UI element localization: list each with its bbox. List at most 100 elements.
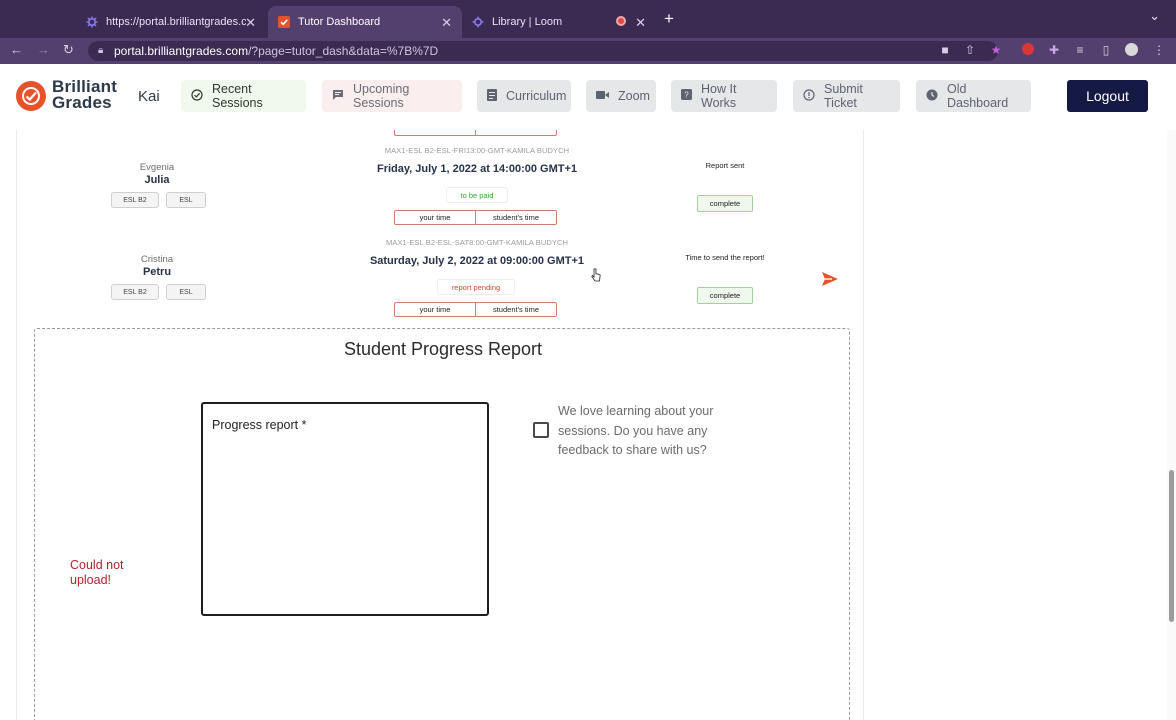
progress-report-textarea[interactable]: Progress report * [201, 402, 489, 616]
browser-tab-title: Tutor Dashboard [298, 16, 381, 28]
your-time-option[interactable]: your time [395, 211, 475, 224]
student-last-name: Julia [144, 174, 170, 186]
page-scrollbar-track[interactable] [1167, 130, 1176, 720]
upcoming-sessions-button[interactable]: Upcoming Sessions [322, 80, 462, 112]
mouse-cursor-icon [591, 268, 601, 282]
history-icon [926, 89, 938, 104]
svg-text:?: ? [684, 91, 689, 100]
curriculum-label: Curriculum [506, 89, 567, 103]
how-it-works-label: How It Works [701, 82, 737, 110]
profile-avatar-icon[interactable] [1124, 43, 1138, 57]
report-title: Student Progress Report [343, 339, 543, 359]
chat-icon [332, 89, 344, 104]
media-icon[interactable]: ≡ [1073, 43, 1087, 57]
logout-button[interactable]: Logout [1067, 80, 1148, 112]
zoom-label: Zoom [618, 89, 650, 103]
session-code: MAX1-ESL B2-ESL-SAT8:00-GMT-KAMILA BUDYC… [385, 238, 569, 247]
reload-icon[interactable]: ↻ [63, 42, 74, 58]
browser-tab-title: https://portal.brilliantgrades.co [106, 16, 246, 28]
time-toggle: your time student's time [394, 302, 557, 317]
bookmark-star-icon[interactable]: ★ [989, 43, 1003, 57]
feedback-checkbox[interactable] [533, 422, 549, 438]
upload-error-message: Could not upload! [70, 558, 124, 587]
page-scrollbar-thumb[interactable] [1169, 470, 1174, 622]
old-dashboard-label: Old Dashboard [947, 82, 1009, 110]
send-icon[interactable] [821, 270, 839, 288]
subject-tag: ESL [166, 284, 206, 300]
session-datetime: Friday, July 1, 2022 at 14:00:00 GMT+1 [376, 163, 578, 175]
browser-tab[interactable]: https://portal.brilliantgrades.co ✕ [76, 6, 266, 38]
student-first-name: Cristina [140, 254, 174, 265]
session-datetime: Saturday, July 2, 2022 at 09:00:00 GMT+1 [369, 255, 585, 267]
how-it-works-button[interactable]: ? How It Works [671, 80, 777, 112]
back-arrow-icon[interactable]: ← [10, 42, 23, 57]
app-header: Brilliant Grades Kai Recent Sessions Upc… [0, 64, 1176, 130]
share-icon[interactable]: ⇧ [963, 43, 977, 57]
browser-tab[interactable]: Library | Loom ✕ [462, 6, 656, 38]
submit-ticket-button[interactable]: Submit Ticket [793, 80, 900, 112]
payment-status-badge: to be paid [446, 187, 508, 203]
browser-toolbar: ← → ↻ 🔒︎ portal.brilliantgrades.com/?pag… [0, 38, 1176, 64]
brilliant-grades-icon [278, 16, 290, 28]
student-progress-report-panel: Student Progress Report Could not upload… [34, 328, 850, 720]
url-path: /?page=tutor_dash&data=%7B%7D [248, 44, 439, 58]
time-toggle-partial[interactable] [394, 130, 557, 136]
recent-sessions-button[interactable]: Recent Sessions [181, 80, 306, 112]
subject-tag: ESL [166, 192, 206, 208]
student-last-name: Petru [142, 266, 172, 278]
browser-tab-active[interactable]: Tutor Dashboard ✕ [268, 6, 462, 38]
complete-button[interactable]: complete [697, 287, 753, 304]
zoom-button[interactable]: Zoom [586, 80, 656, 112]
puzzle-icon[interactable]: ✚ [1047, 43, 1061, 57]
report-status-text: Report sent [705, 161, 745, 170]
camera-icon[interactable]: ■ [938, 43, 952, 57]
extension-red-icon[interactable] [1021, 43, 1035, 57]
recording-icon [616, 16, 626, 26]
recent-sessions-label: Recent Sessions [212, 82, 263, 110]
close-icon[interactable]: ✕ [245, 15, 256, 31]
feedback-question: We love learning about your sessions. Do… [558, 404, 714, 457]
address-bar[interactable]: 🔒︎ portal.brilliantgrades.com/?page=tuto… [88, 41, 998, 61]
session-code: MAX1-ESL B2-ESL-FRI13:00-GMT-KAMILA BUDY… [384, 146, 570, 155]
your-time-option[interactable] [395, 130, 475, 135]
check-circle-icon [191, 88, 203, 104]
curriculum-button[interactable]: Curriculum [477, 80, 571, 112]
chevron-down-icon[interactable]: ⌄ [1149, 8, 1160, 24]
logo-wordmark[interactable]: Brilliant Grades [52, 78, 117, 112]
student-time-option[interactable]: student's time [475, 211, 556, 224]
browser-tab-title: Library | Loom [492, 16, 563, 28]
forward-arrow-icon[interactable]: → [37, 42, 50, 57]
tutor-name: Kai [138, 88, 160, 105]
time-toggle: your time student's time [394, 210, 557, 225]
complete-button[interactable]: complete [697, 195, 753, 212]
brilliant-grades-logo-icon[interactable] [16, 81, 46, 111]
subject-tag: ESL B2 [111, 284, 159, 300]
side-panel-icon[interactable]: ▯ [1099, 43, 1113, 57]
kebab-menu-icon[interactable]: ⋮ [1152, 43, 1166, 57]
document-icon [487, 88, 497, 104]
progress-report-label: Progress report * [212, 418, 307, 432]
close-icon[interactable]: ✕ [635, 15, 646, 31]
browser-tab-strip: https://portal.brilliantgrades.co ✕ Tuto… [0, 0, 1176, 38]
help-icon: ? [681, 89, 692, 103]
new-tab-icon[interactable]: + [664, 9, 674, 29]
session-row: Cristina Petru ESL B2 ESL MAX1-ESL B2-ES… [17, 235, 863, 327]
logo-line-2: Grades [52, 93, 112, 112]
subject-tag: ESL B2 [111, 192, 159, 208]
gear-icon [86, 16, 98, 28]
submit-ticket-label: Submit Ticket [824, 82, 863, 110]
main-content: Evgenia Julia ESL B2 ESL MAX1-ESL B2-ESL… [16, 130, 864, 720]
old-dashboard-button[interactable]: Old Dashboard [916, 80, 1031, 112]
url-host: portal.brilliantgrades.com [114, 44, 249, 58]
student-time-option[interactable]: student's time [475, 303, 556, 316]
student-first-name: Evgenia [139, 162, 175, 173]
student-time-option[interactable] [475, 130, 556, 135]
report-status-text: Time to send the report! [685, 253, 765, 262]
alert-circle-icon [803, 88, 815, 104]
loom-icon [472, 16, 484, 28]
video-camera-icon [596, 89, 609, 103]
upcoming-sessions-label: Upcoming Sessions [353, 82, 410, 110]
close-icon[interactable]: ✕ [441, 15, 452, 31]
payment-status-badge: report pending [437, 279, 515, 295]
your-time-option[interactable]: your time [395, 303, 475, 316]
